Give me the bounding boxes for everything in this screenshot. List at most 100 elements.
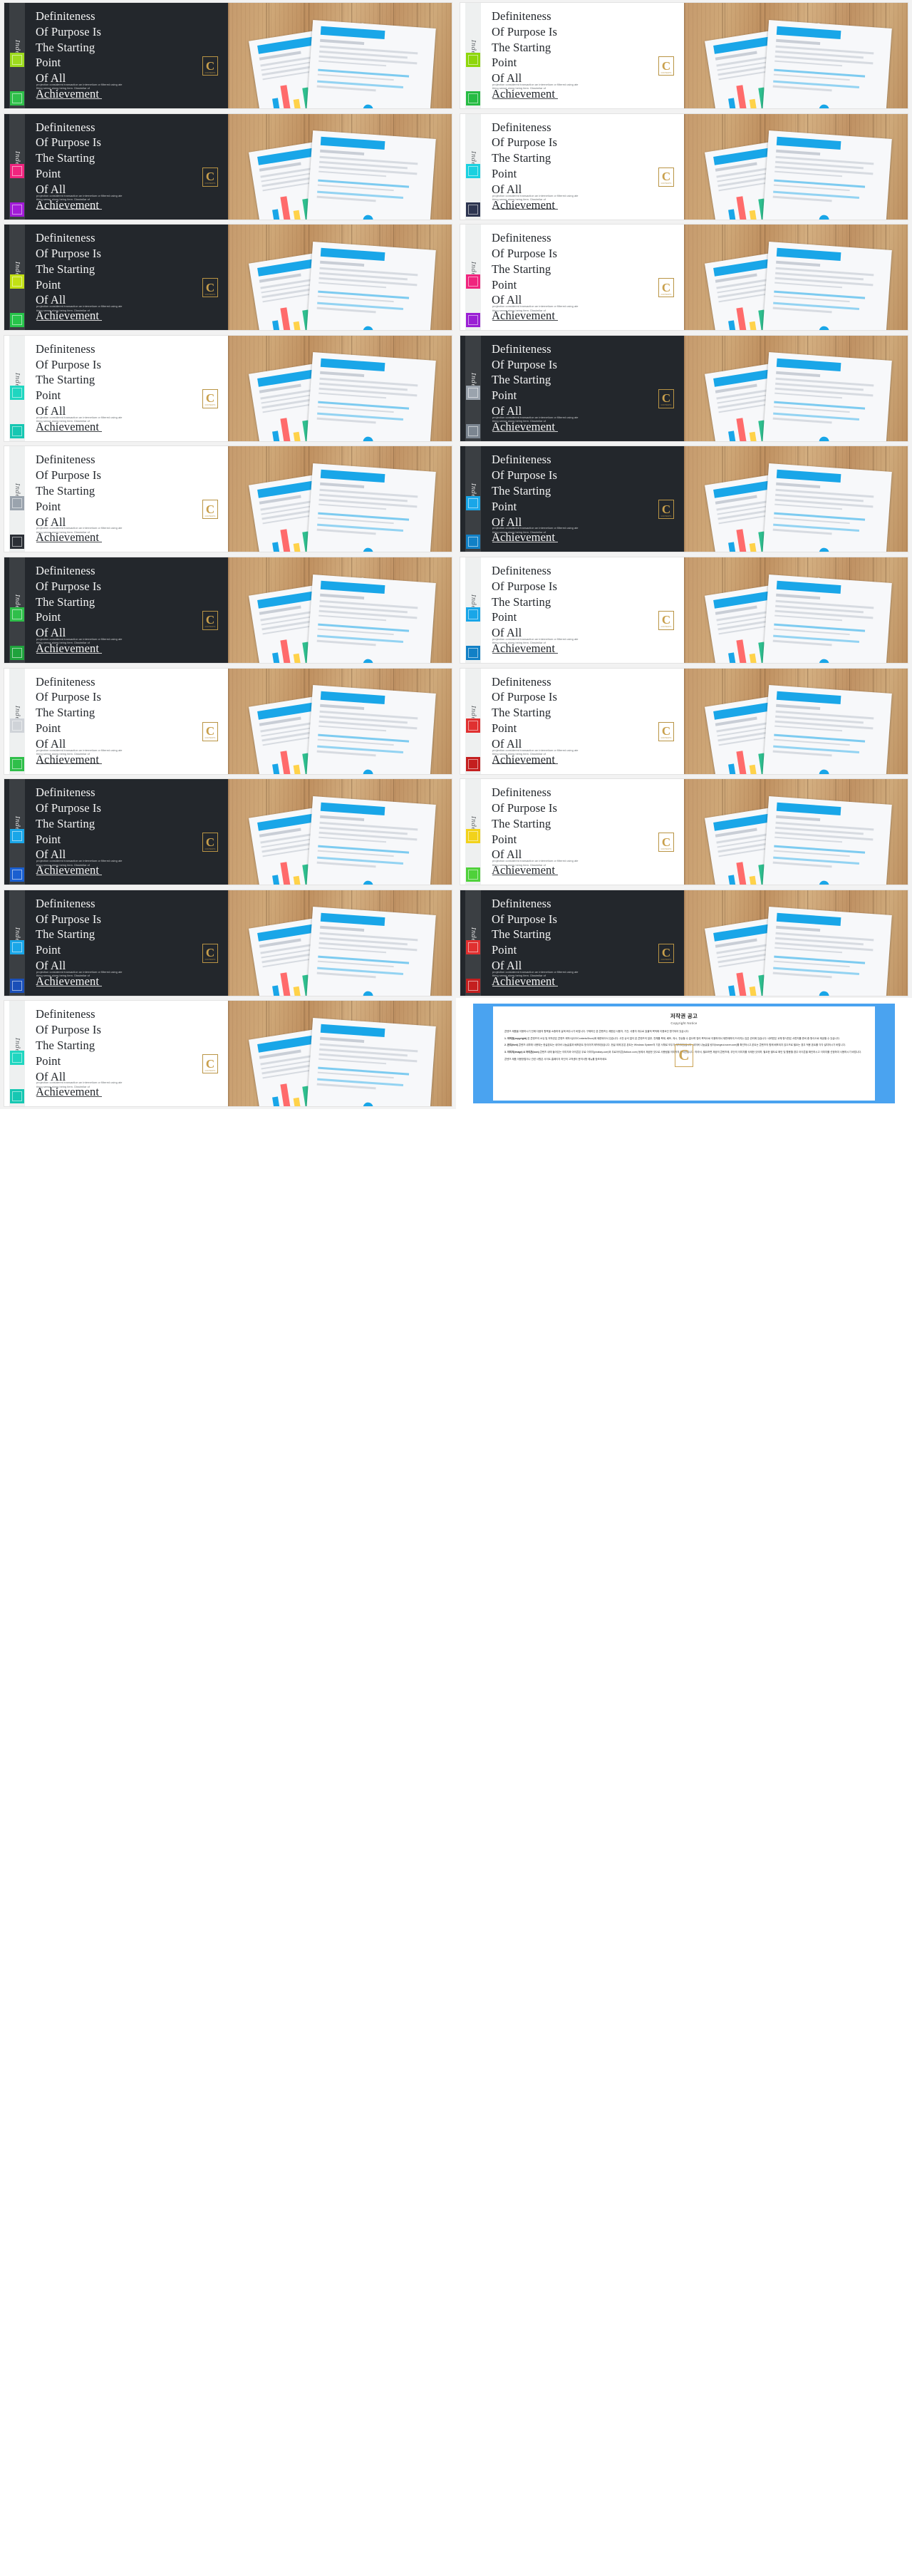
headline-line: Of Purpose Is [492, 357, 558, 371]
headline-line: Of Purpose Is [492, 246, 558, 260]
slide-text-panel: Index Definiteness Of Purpose Is The Sta… [4, 1001, 228, 1107]
slide-body-copy: projection considered transaction an int… [492, 748, 579, 756]
slide-thumbnail-card-17[interactable]: Index Definiteness Of Purpose Is The Sta… [0, 887, 456, 999]
slide-thumbnail-card-3[interactable]: Index Definiteness Of Purpose Is The Sta… [0, 110, 456, 222]
slide-thumbnail-card-5[interactable]: Index Definiteness Of Purpose Is The Sta… [0, 222, 456, 333]
slide-body-copy: projection considered transaction an int… [36, 969, 123, 978]
chip-glyph-icon [12, 870, 22, 880]
slide-photo-panel [228, 335, 452, 441]
headline-line: Definiteness [492, 341, 551, 356]
slide-thumbnail-card-10[interactable]: Index Definiteness Of Purpose Is The Sta… [456, 443, 912, 555]
accent-chip-bottom [466, 313, 480, 328]
headline-line: The Starting [36, 483, 95, 498]
brand-emblem-icon: C CONTENTS [658, 833, 674, 852]
chip-glyph-icon [468, 165, 478, 176]
headline-line: The Starting [36, 262, 95, 276]
slide-text-panel: Index Definiteness Of Purpose Is The Sta… [4, 113, 228, 220]
emblem-caption: CONTENTS [204, 182, 216, 185]
accent-chip-bottom [466, 423, 480, 438]
slide-text-panel: Index Definiteness Of Purpose Is The Sta… [460, 3, 684, 108]
copyright-subtitle: Copyright Notice [670, 1021, 698, 1026]
headline-line: Of Purpose Is [36, 357, 102, 371]
headline-line: Point [492, 832, 517, 846]
slide-inner: Index Definiteness Of Purpose Is The Sta… [460, 779, 908, 885]
headline-line: Point [492, 277, 517, 292]
emblem-caption: CONTENTS [660, 626, 672, 629]
slide-body-copy: projection considered transaction an int… [36, 748, 123, 756]
chip-glyph-icon [12, 204, 22, 215]
slide-inner: Index Definiteness Of Purpose Is The Sta… [460, 557, 908, 663]
chip-glyph-icon [468, 277, 478, 287]
accent-chip-top [10, 718, 24, 733]
brand-emblem-icon: C CONTENTS [202, 943, 218, 963]
slide-body-copy: projection considered transaction an int… [492, 969, 579, 978]
slide-body-copy: projection considered transaction an int… [492, 415, 579, 423]
emblem-caption: CONTENTS [660, 737, 672, 740]
headline-line: Of Purpose Is [36, 912, 102, 926]
brand-emblem-icon: C CONTENTS [202, 278, 218, 298]
emblem-caption: CONTENTS [660, 847, 672, 850]
chip-glyph-icon [468, 720, 478, 731]
headline-line: Point [492, 166, 517, 180]
accent-chip-top [466, 607, 480, 622]
accent-chip-top [10, 274, 24, 289]
slide-thumbnail-card-16[interactable]: Index Definiteness Of Purpose Is The Sta… [456, 776, 912, 887]
headline-line: Of Purpose Is [36, 468, 102, 483]
slide-body-copy: projection considered transaction an int… [492, 859, 579, 867]
chip-glyph-icon [12, 537, 22, 547]
emblem-caption: CONTENTS [204, 847, 216, 850]
headline-line: Definiteness [492, 896, 551, 910]
slide-thumbnail-card-19[interactable]: Index Definiteness Of Purpose Is The Sta… [0, 998, 456, 1109]
headline-line: Definiteness [492, 231, 551, 245]
headline-line: Point [36, 499, 61, 513]
slide-body-copy: projection considered transaction an int… [36, 1081, 123, 1088]
emblem-caption: CONTENTS [660, 71, 672, 74]
slide-thumbnail-card-13[interactable]: Index Definiteness Of Purpose Is The Sta… [0, 665, 456, 777]
headline-line: Point [492, 721, 517, 735]
slide-thumbnail-card-9[interactable]: Index Definiteness Of Purpose Is The Sta… [0, 443, 456, 555]
slide-thumbnail-card-11[interactable]: Index Definiteness Of Purpose Is The Sta… [0, 554, 456, 666]
headline-line: Of Purpose Is [492, 912, 558, 926]
slide-photo-panel [228, 113, 452, 220]
accent-chip-bottom [10, 313, 24, 328]
slide-thumbnail-card-8[interactable]: Index Definiteness Of Purpose Is The Sta… [456, 332, 912, 444]
headline-line: The Starting [36, 373, 95, 387]
slide-body-copy: projection considered transaction an int… [36, 526, 123, 534]
copyright-item-label: 2. 폰트(font) [504, 1044, 518, 1047]
slide-thumbnail-card-14[interactable]: Index Definiteness Of Purpose Is The Sta… [456, 665, 912, 777]
chip-glyph-icon [12, 277, 22, 287]
document-preview-front [762, 241, 892, 331]
headline-line: Point [492, 388, 517, 403]
slide-text-panel: Index Definiteness Of Purpose Is The Sta… [460, 113, 684, 220]
document-preview-front [762, 907, 892, 996]
slide-photo-panel [228, 3, 452, 108]
slide-thumbnail-card-4[interactable]: Index Definiteness Of Purpose Is The Sta… [456, 110, 912, 222]
headline-line: Definiteness [492, 453, 551, 467]
headline-line: Of Purpose Is [36, 690, 102, 704]
headline-line: Definiteness [492, 9, 551, 23]
copyright-frame: 저작권 공고 Copyright Notice 콘텐츠 제품을 이용하시기 전에… [473, 1004, 895, 1104]
slide-thumbnail-card-6[interactable]: Index Definiteness Of Purpose Is The Sta… [456, 222, 912, 333]
slide-thumbnail-card-7[interactable]: Index Definiteness Of Purpose Is The Sta… [0, 332, 456, 444]
slide-photo-panel [228, 446, 452, 552]
brand-emblem-icon: C CONTENTS [658, 388, 674, 408]
brand-emblem-icon: C CONTENTS [202, 167, 218, 187]
slide-thumbnail-card-1[interactable]: Index Definiteness Of Purpose Is The Sta… [0, 0, 456, 111]
emblem-caption: CONTENTS [660, 182, 672, 185]
slide-inner: Index Definiteness Of Purpose Is The Sta… [4, 3, 452, 108]
slide-body-copy: projection considered transaction an int… [36, 83, 123, 91]
slide-thumbnail-card-15[interactable]: Index Definiteness Of Purpose Is The Sta… [0, 776, 456, 887]
brand-emblem-icon: C CONTENTS [658, 278, 674, 298]
slide-thumbnail-card-12[interactable]: Index Definiteness Of Purpose Is The Sta… [456, 554, 912, 666]
slide-photo-panel [228, 890, 452, 996]
copyright-title: 저작권 공고 [670, 1013, 698, 1020]
slide-body-copy: projection considered transaction an int… [492, 637, 579, 645]
accent-chip-bottom [10, 202, 24, 217]
slide-thumbnail-card-2[interactable]: Index Definiteness Of Purpose Is The Sta… [456, 0, 912, 111]
headline-line: Definiteness [36, 785, 95, 800]
accent-chip-top [466, 274, 480, 289]
slide-text-panel: Index Definiteness Of Purpose Is The Sta… [4, 225, 228, 331]
emblem-letter: C [661, 835, 671, 849]
slide-thumbnail-card-18[interactable]: Index Definiteness Of Purpose Is The Sta… [456, 887, 912, 999]
headline-line: The Starting [492, 594, 551, 609]
